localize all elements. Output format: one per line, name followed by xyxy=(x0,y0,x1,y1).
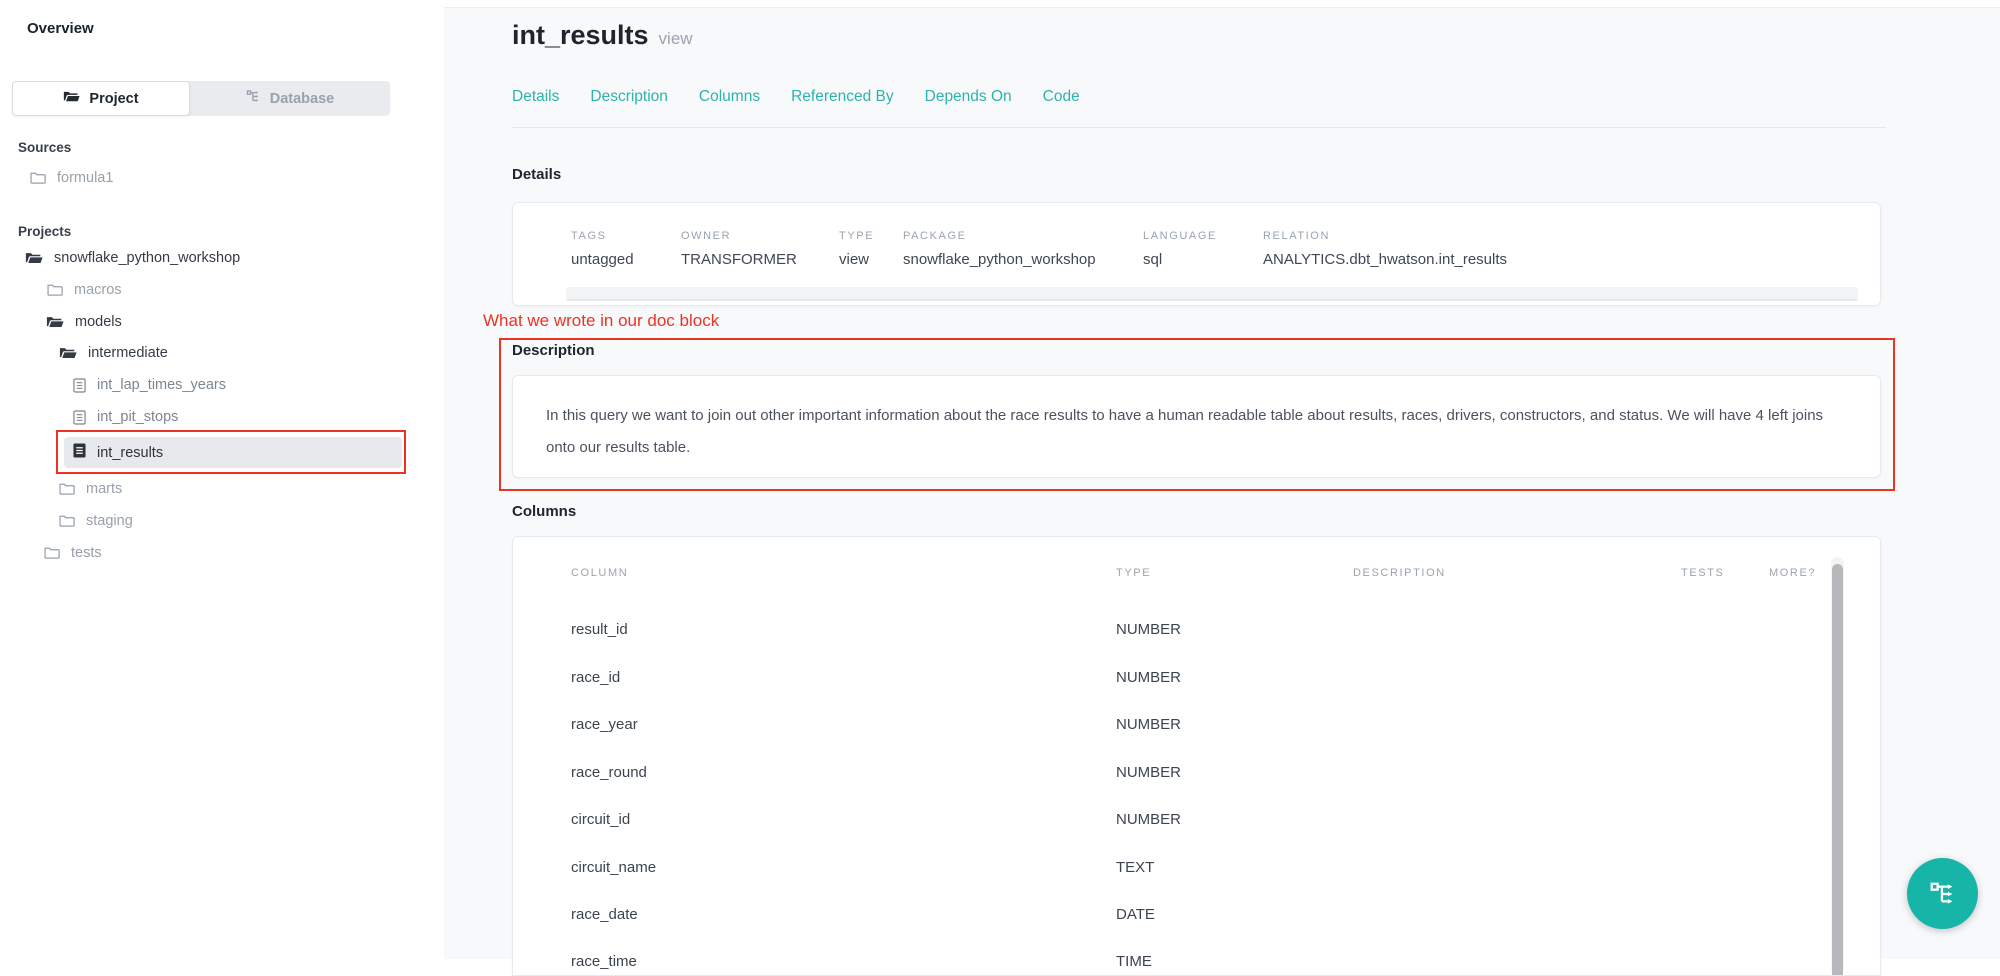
tab-depends-on[interactable]: Depends On xyxy=(925,88,1012,106)
view-toggle: Project Database xyxy=(12,81,390,116)
sidebar-item-label: staging xyxy=(86,513,133,529)
sidebar-item-label: int_pit_stops xyxy=(97,409,178,425)
table-row[interactable]: circuit_id NUMBER xyxy=(513,811,1820,843)
sidebar-item-marts[interactable]: marts xyxy=(59,477,122,501)
toggle-database[interactable]: Database xyxy=(190,81,390,116)
field-type: TYPE view xyxy=(839,230,903,268)
table-row[interactable]: race_time TIME xyxy=(513,953,1820,976)
tab-bar: Details Description Columns Referenced B… xyxy=(512,88,1080,106)
folder-open-icon xyxy=(25,251,43,266)
projects-heading: Projects xyxy=(18,224,71,239)
database-tree-icon xyxy=(246,89,261,108)
sidebar-item-int-lap-times-years[interactable]: int_lap_times_years xyxy=(73,373,226,397)
folder-open-icon xyxy=(46,315,64,330)
top-divider xyxy=(444,0,2000,8)
sidebar-item-label: int_lap_times_years xyxy=(97,377,226,393)
sidebar-item-formula1[interactable]: formula1 xyxy=(30,166,113,190)
table-row[interactable]: race_date DATE xyxy=(513,906,1820,938)
document-filled-icon xyxy=(73,443,86,462)
toggle-project-label: Project xyxy=(89,91,138,107)
sidebar-item-intermediate[interactable]: intermediate xyxy=(59,341,168,365)
sidebar-item-tests[interactable]: tests xyxy=(44,541,102,565)
sidebar-item-snowflake-python-workshop[interactable]: snowflake_python_workshop xyxy=(25,246,240,270)
folder-icon xyxy=(44,546,60,560)
tab-columns[interactable]: Columns xyxy=(699,88,760,106)
tab-code[interactable]: Code xyxy=(1043,88,1080,106)
tab-details[interactable]: Details xyxy=(512,88,559,106)
column-header-more: MORE? xyxy=(1769,567,1816,579)
table-row[interactable]: circuit_name TEXT xyxy=(513,859,1820,891)
field-owner: OWNER TRANSFORMER xyxy=(681,230,839,268)
table-row[interactable]: result_id NUMBER xyxy=(513,621,1820,653)
column-header-description: DESCRIPTION xyxy=(1353,567,1446,579)
page-title: int_results view xyxy=(512,20,693,51)
column-header-tests: TESTS xyxy=(1681,567,1724,579)
sidebar-item-models[interactable]: models xyxy=(46,310,122,334)
details-heading: Details xyxy=(512,166,561,183)
field-package: PACKAGE snowflake_python_workshop xyxy=(903,230,1143,268)
field-tags: TAGS untagged xyxy=(571,230,681,268)
column-header-type: TYPE xyxy=(1116,567,1151,579)
sidebar-item-staging[interactable]: staging xyxy=(59,509,133,533)
sidebar-item-int-pit-stops[interactable]: int_pit_stops xyxy=(73,405,178,429)
folder-icon xyxy=(59,482,75,496)
sidebar-item-label: snowflake_python_workshop xyxy=(54,250,240,266)
folder-icon xyxy=(63,90,80,108)
field-relation: RELATION ANALYTICS.dbt_hwatson.int_resul… xyxy=(1263,230,1507,268)
annotation-text: What we wrote in our doc block xyxy=(483,311,719,331)
sidebar-item-label: formula1 xyxy=(57,170,113,186)
sidebar-item-int-results[interactable]: int_results xyxy=(64,437,402,468)
sidebar: Overview Project Database Sources formul… xyxy=(0,0,444,959)
sidebar-item-label: intermediate xyxy=(88,345,168,361)
description-card: In this query we want to join out other … xyxy=(512,375,1881,478)
toggle-project[interactable]: Project xyxy=(12,81,190,116)
tab-referenced-by[interactable]: Referenced By xyxy=(791,88,894,106)
field-language: LANGUAGE sql xyxy=(1143,230,1263,268)
folder-icon xyxy=(47,283,63,297)
scrollbar-thumb[interactable] xyxy=(1832,564,1843,976)
sidebar-item-label: models xyxy=(75,314,122,330)
columns-heading: Columns xyxy=(512,503,576,520)
description-heading: Description xyxy=(512,342,595,359)
table-row[interactable]: race_id NUMBER xyxy=(513,669,1820,701)
model-name: int_results xyxy=(512,20,649,50)
tab-description[interactable]: Description xyxy=(590,88,668,106)
folder-icon xyxy=(59,514,75,528)
table-row[interactable]: race_year NUMBER xyxy=(513,716,1820,748)
details-card: TAGS untagged OWNER TRANSFORMER TYPE vie… xyxy=(512,202,1881,306)
materialization-badge: view xyxy=(659,29,693,48)
tabs-divider xyxy=(512,127,1886,128)
details-fields: TAGS untagged OWNER TRANSFORMER TYPE vie… xyxy=(513,203,1880,268)
lineage-graph-button[interactable] xyxy=(1907,858,1978,929)
sources-heading: Sources xyxy=(18,140,71,155)
overview-heading: Overview xyxy=(27,20,94,37)
column-header-column: COLUMN xyxy=(571,567,628,579)
sidebar-item-label: tests xyxy=(71,545,102,561)
toggle-database-label: Database xyxy=(270,91,334,107)
sidebar-item-label: marts xyxy=(86,481,122,497)
details-collapsed-strip xyxy=(566,287,1858,301)
document-icon xyxy=(73,410,86,425)
description-body: In this query we want to join out other … xyxy=(513,376,1880,464)
folder-open-icon xyxy=(59,346,77,361)
sidebar-item-label: int_results xyxy=(97,445,163,461)
sidebar-item-label: macros xyxy=(74,282,122,298)
columns-card: COLUMN TYPE DESCRIPTION TESTS MORE? resu… xyxy=(512,536,1881,976)
main-content: int_results view Details Description Colu… xyxy=(444,0,2000,959)
sidebar-item-macros[interactable]: macros xyxy=(47,278,122,302)
folder-icon xyxy=(30,171,46,185)
table-row[interactable]: race_round NUMBER xyxy=(513,764,1820,796)
lineage-graph-icon xyxy=(1929,880,1957,908)
document-icon xyxy=(73,378,86,393)
